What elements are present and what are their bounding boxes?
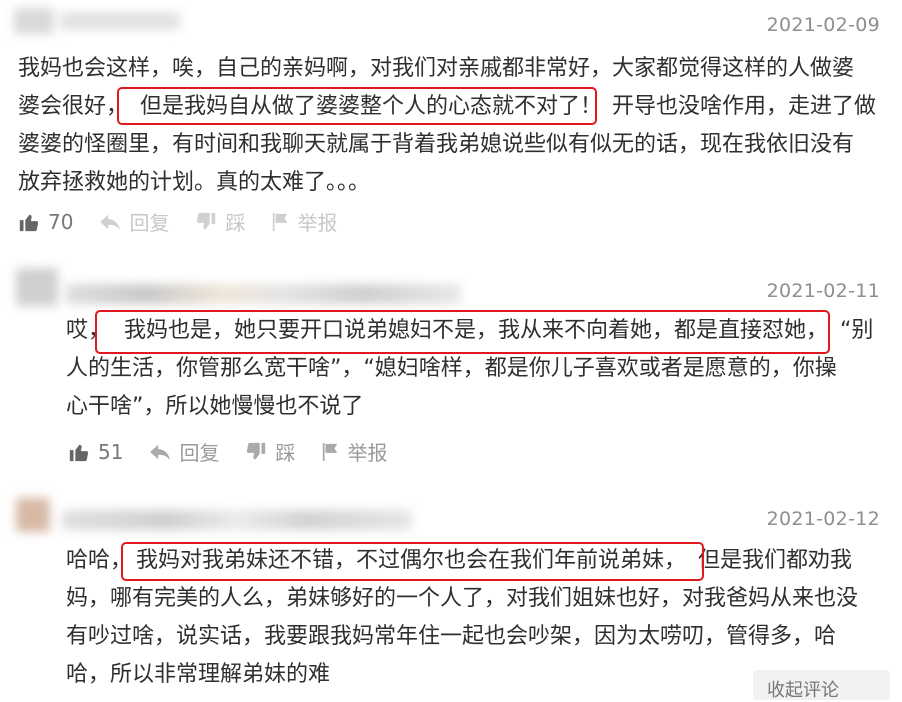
like-count: 70: [48, 209, 74, 234]
like-button[interactable]: 51: [68, 440, 123, 464]
dislike-label: 踩: [225, 211, 246, 235]
highlight-box: [117, 87, 597, 125]
thumbs-up-icon: [19, 214, 39, 231]
report-button[interactable]: 举报: [321, 437, 387, 466]
reply-button[interactable]: 回复: [99, 207, 169, 236]
comment-line: 有吵过啥，说实话，我要跟我妈常年住一起也会吵架，因为太唠叨，管得多，哈: [66, 624, 837, 649]
reply-icon: [100, 214, 121, 230]
dislike-button[interactable]: 踩: [195, 207, 245, 236]
username[interactable]: [60, 12, 180, 30]
reply-label: 回复: [129, 211, 170, 235]
collapse-comments-button[interactable]: 收起评论: [753, 670, 890, 701]
report-label: 举报: [347, 441, 388, 465]
report-label: 举报: [297, 211, 338, 235]
username[interactable]: [62, 510, 412, 530]
comment-actions: 70 回复 踩 举报: [18, 207, 363, 236]
like-count: 51: [98, 439, 124, 464]
avatar[interactable]: [16, 498, 50, 532]
thumbs-down-icon: [247, 442, 266, 459]
comment-text-fragment: “别: [840, 318, 874, 343]
dislike-button[interactable]: 踩: [245, 437, 295, 466]
comment-line: 婆婆的怪圈里，有时间和我聊天就属于背着我弟媳说些似有似无的话，现在我依旧没有: [18, 132, 855, 157]
comment-actions: 51 回复 踩 举报: [68, 437, 413, 466]
avatar[interactable]: [16, 268, 58, 306]
username[interactable]: [66, 284, 461, 304]
comment-line: 心干啥”，所以她慢慢也不说了: [66, 394, 364, 419]
like-button[interactable]: 70: [18, 210, 73, 234]
reply-button[interactable]: 回复: [149, 437, 219, 466]
dislike-label: 踩: [275, 441, 296, 465]
thumbs-down-icon: [197, 212, 216, 229]
avatar[interactable]: [14, 8, 54, 34]
reply-label: 回复: [179, 441, 220, 465]
highlight-box: [95, 310, 830, 354]
flag-icon: [273, 212, 288, 231]
comment-line: 人的生活，你管那么宽干啥”，“媳妇啥样，都是你儿子喜欢或者是愿意的，你操: [66, 356, 837, 381]
comment-line: 我妈也会这样，唉，自己的亲妈啊，对我们对亲戚都非常好，大家都觉得这样的人做婆: [18, 56, 855, 81]
comment-date: 2021-02-09: [766, 14, 880, 36]
flag-icon: [323, 442, 338, 461]
comment-text: 我妈也会这样，唉，自己的亲妈啊，对我们对亲戚都非常好，大家都觉得这样的人做婆 婆…: [18, 50, 888, 202]
comment-line: 放弃拯救她的计划。真的太难了。。。: [18, 170, 371, 195]
comment-text-fragment: 婆会很好，: [18, 94, 129, 119]
highlight-box: [121, 542, 704, 581]
comment-text-fragment: 开导也没啥作用，走进了做: [612, 94, 877, 119]
comment-line: 妈，哪有完美的人么，弟妹够好的一个人了，对我们姐妹也好，对我爸妈从来也没: [66, 586, 859, 611]
report-button[interactable]: 举报: [271, 207, 337, 236]
comment-text-fragment: 但是我们都劝我: [698, 548, 853, 573]
comment-date: 2021-02-12: [766, 508, 880, 530]
thumbs-up-icon: [69, 444, 89, 461]
reply-icon: [150, 444, 171, 460]
comment-date: 2021-02-11: [766, 280, 880, 302]
